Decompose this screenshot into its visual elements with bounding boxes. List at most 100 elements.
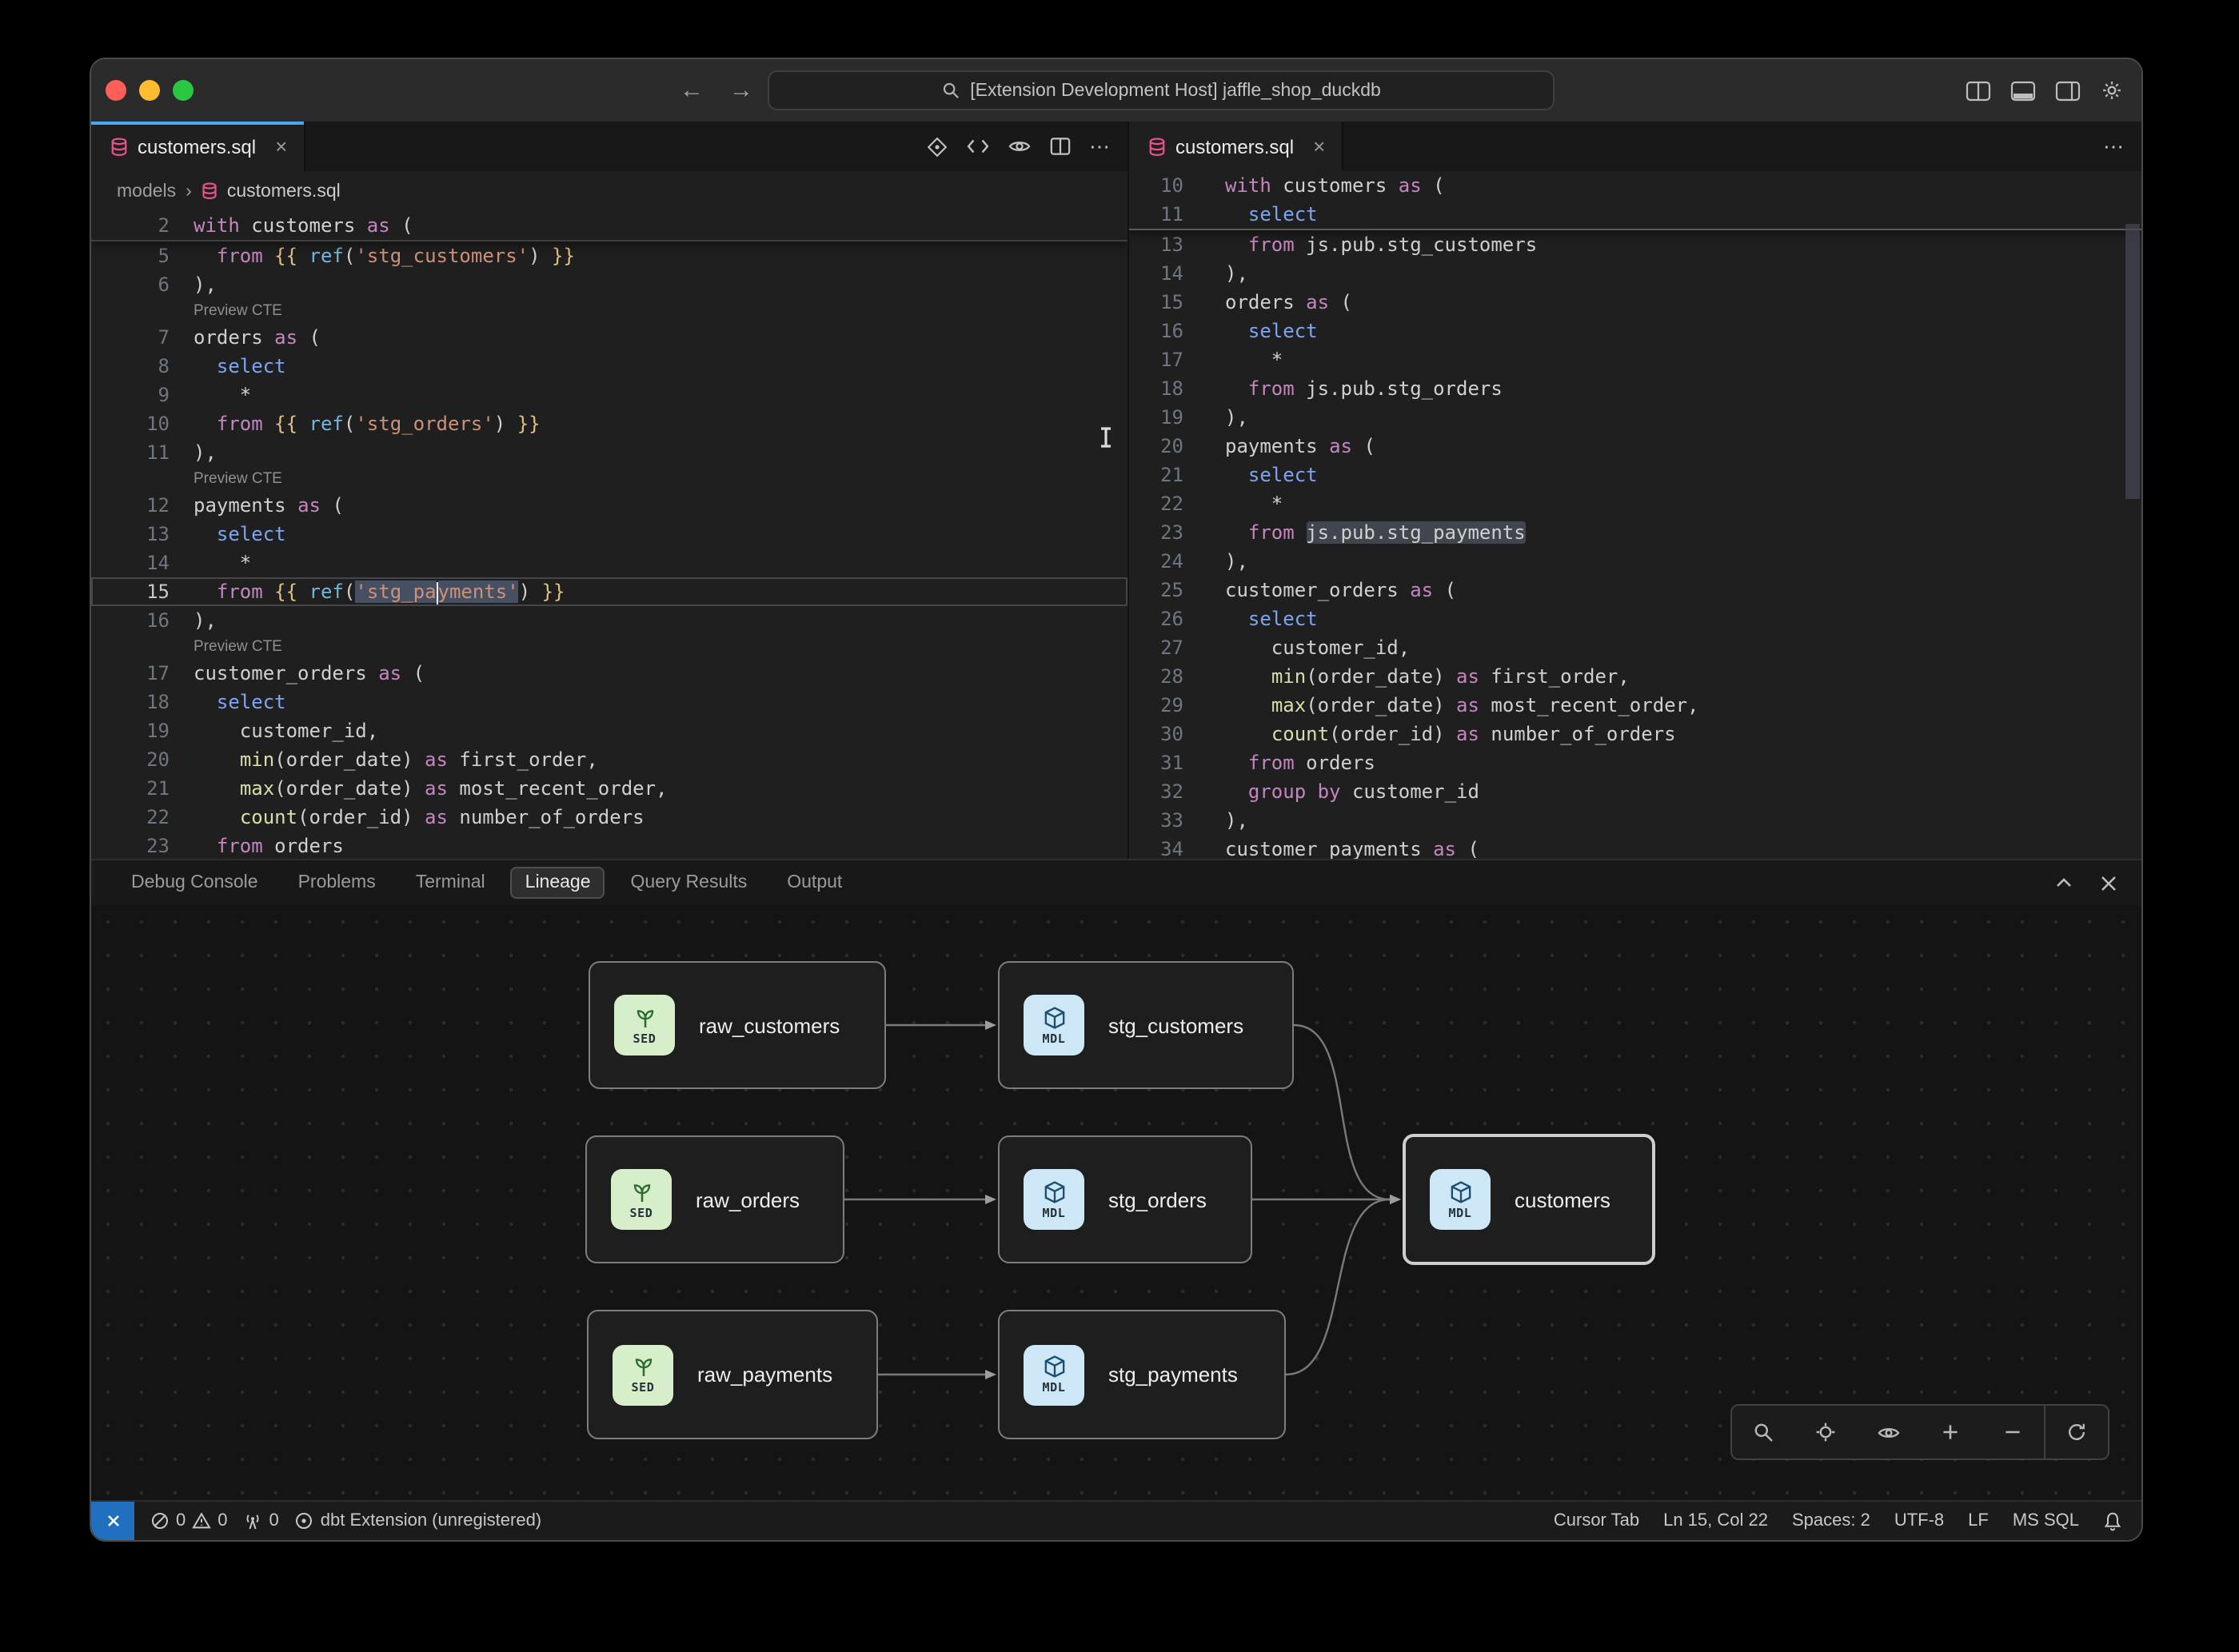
code-line[interactable]: 11 select xyxy=(1129,200,2141,229)
more-actions-icon[interactable]: ⋯ xyxy=(2103,134,2125,159)
line-number[interactable]: 31 xyxy=(1129,748,1183,777)
line-number[interactable]: 27 xyxy=(1129,633,1183,662)
code-line[interactable]: 10with customers as ( xyxy=(1129,171,2141,200)
code-line[interactable]: 24), xyxy=(1129,547,2141,576)
forward-icon[interactable]: → xyxy=(729,77,753,104)
language-mode-status[interactable]: MS SQL xyxy=(2013,1511,2079,1530)
code-line[interactable]: 18 from js.pub.stg_orders xyxy=(1129,374,2141,403)
line-number[interactable]: 22 xyxy=(91,803,170,832)
line-number[interactable]: 13 xyxy=(91,520,170,549)
code-line[interactable]: 14 * xyxy=(91,549,1127,577)
code-line[interactable]: 28 min(order_date) as first_order, xyxy=(1129,662,2141,691)
line-number[interactable]: 34 xyxy=(1129,835,1183,859)
code-line[interactable]: 15orders as ( xyxy=(1129,288,2141,317)
code-line[interactable]: 12payments as ( xyxy=(91,491,1127,520)
line-number[interactable]: 13 xyxy=(1129,230,1183,259)
codelens-preview-cte[interactable]: Preview CTE xyxy=(91,467,1127,491)
code-line[interactable]: 27 customer_id, xyxy=(1129,633,2141,662)
code-line[interactable]: 29 max(order_date) as most_recent_order, xyxy=(1129,691,2141,720)
code-line[interactable]: 17 * xyxy=(1129,345,2141,374)
line-number[interactable]: 7 xyxy=(91,323,170,352)
panel-tab-terminal[interactable]: Terminal xyxy=(401,867,500,899)
line-number[interactable]: 18 xyxy=(91,688,170,716)
line-number[interactable]: 14 xyxy=(1129,259,1183,288)
eol-status[interactable]: LF xyxy=(1968,1511,1989,1530)
code-line[interactable]: 21 max(order_date) as most_recent_order, xyxy=(91,774,1127,803)
code-line[interactable]: 21 select xyxy=(1129,461,2141,489)
panel-tab-lineage[interactable]: Lineage xyxy=(511,867,605,899)
line-number[interactable]: 19 xyxy=(91,716,170,745)
zoom-in-icon[interactable] xyxy=(1919,1406,1982,1458)
line-number[interactable]: 22 xyxy=(1129,489,1183,518)
lineage-node-raw_payments[interactable]: SEDraw_payments xyxy=(587,1310,878,1439)
toggle-panel-icon[interactable] xyxy=(2010,79,2036,102)
panel-chevron-up-icon[interactable] xyxy=(2053,875,2074,891)
code-line[interactable]: 30 count(order_id) as number_of_orders xyxy=(1129,720,2141,748)
code-line[interactable]: 19), xyxy=(1129,403,2141,432)
line-number[interactable]: 15 xyxy=(1129,288,1183,317)
scrollbar-thumb[interactable] xyxy=(2125,224,2140,499)
breadcrumb-file[interactable]: customers.sql xyxy=(227,182,341,201)
close-tab-icon[interactable]: × xyxy=(275,134,287,158)
line-number[interactable]: 16 xyxy=(1129,317,1183,345)
lineage-node-raw_customers[interactable]: SEDraw_customers xyxy=(589,961,886,1089)
toggle-visibility-eye-icon[interactable] xyxy=(1857,1406,1919,1458)
line-number[interactable]: 15 xyxy=(91,577,170,606)
line-number[interactable]: 28 xyxy=(1129,662,1183,691)
tab-customers-sql-compiled[interactable]: customers.sql × xyxy=(1129,122,1343,171)
line-number[interactable]: 23 xyxy=(1129,518,1183,547)
code-line[interactable]: 7orders as ( xyxy=(91,323,1127,352)
refresh-icon[interactable] xyxy=(2044,1406,2108,1458)
preview-eye-icon[interactable] xyxy=(1008,136,1032,157)
code-line[interactable]: 9 * xyxy=(91,381,1127,409)
lineage-canvas[interactable]: SEDraw_customers MDLstg_customers SEDraw_o… xyxy=(91,905,2141,1502)
code-line[interactable]: 13 select xyxy=(91,520,1127,549)
line-number[interactable]: 19 xyxy=(1129,403,1183,432)
line-number[interactable]: 6 xyxy=(91,270,170,299)
panel-tab-query-results[interactable]: Query Results xyxy=(617,867,762,899)
minimize-window-button[interactable] xyxy=(139,80,160,101)
more-actions-icon[interactable]: ⋯ xyxy=(1089,134,1112,159)
lineage-node-raw_orders[interactable]: SEDraw_orders xyxy=(585,1135,844,1263)
code-line[interactable]: 13 from js.pub.stg_customers xyxy=(1129,230,2141,259)
code-line[interactable]: 19 customer_id, xyxy=(91,716,1127,745)
line-number[interactable]: 30 xyxy=(1129,720,1183,748)
code-editor-compiled[interactable]: 10with customers as (11 select 13 from j… xyxy=(1129,171,2141,859)
line-number[interactable]: 26 xyxy=(1129,605,1183,633)
lineage-node-stg_payments[interactable]: MDLstg_payments xyxy=(998,1310,1286,1439)
code-line[interactable]: 23 from orders xyxy=(91,832,1127,859)
code-line[interactable]: 5 from {{ ref('stg_customers') }} xyxy=(91,241,1127,270)
line-number[interactable]: 11 xyxy=(1129,200,1183,229)
code-line[interactable]: 16 select xyxy=(1129,317,2141,345)
zoom-out-icon[interactable] xyxy=(1982,1406,2044,1458)
search-icon[interactable] xyxy=(1732,1406,1794,1458)
code-line[interactable]: 22 * xyxy=(1129,489,2141,518)
panel-tab-problems[interactable]: Problems xyxy=(284,867,390,899)
line-number[interactable]: 18 xyxy=(1129,374,1183,403)
code-line[interactable]: 32 group by customer_id xyxy=(1129,777,2141,806)
back-icon[interactable]: ← xyxy=(680,77,704,104)
problems-indicator[interactable]: 0 0 xyxy=(150,1511,228,1530)
code-line[interactable]: 10 from {{ ref('stg_orders') }} xyxy=(91,409,1127,438)
code-line[interactable]: 34customer_payments as ( xyxy=(1129,835,2141,859)
lineage-node-stg_customers[interactable]: MDLstg_customers xyxy=(998,961,1294,1089)
breadcrumb-folder[interactable]: models xyxy=(117,182,176,201)
dbt-extension-status[interactable]: dbt Extension (unregistered) xyxy=(295,1511,541,1530)
line-number[interactable]: 32 xyxy=(1129,777,1183,806)
close-panel-icon[interactable] xyxy=(2100,874,2117,892)
line-number[interactable]: 17 xyxy=(91,659,170,688)
line-number[interactable]: 5 xyxy=(91,241,170,270)
code-editor-source[interactable]: 2with customers as ( 5 from {{ ref('stg_… xyxy=(91,211,1127,859)
zoom-window-button[interactable] xyxy=(173,80,194,101)
breadcrumb[interactable]: models › customers.sql xyxy=(91,171,1127,211)
line-number[interactable]: 12 xyxy=(91,491,170,520)
panel-tab-output[interactable]: Output xyxy=(772,867,856,899)
code-line[interactable]: 14), xyxy=(1129,259,2141,288)
code-line[interactable]: 11), xyxy=(91,438,1127,467)
lineage-node-customers[interactable]: MDLcustomers xyxy=(1403,1134,1655,1265)
code-line[interactable]: 25customer_orders as ( xyxy=(1129,576,2141,605)
line-number[interactable]: 17 xyxy=(1129,345,1183,374)
code-line[interactable]: 31 from orders xyxy=(1129,748,2141,777)
encoding-status[interactable]: UTF-8 xyxy=(1894,1511,1944,1530)
line-number[interactable]: 25 xyxy=(1129,576,1183,605)
